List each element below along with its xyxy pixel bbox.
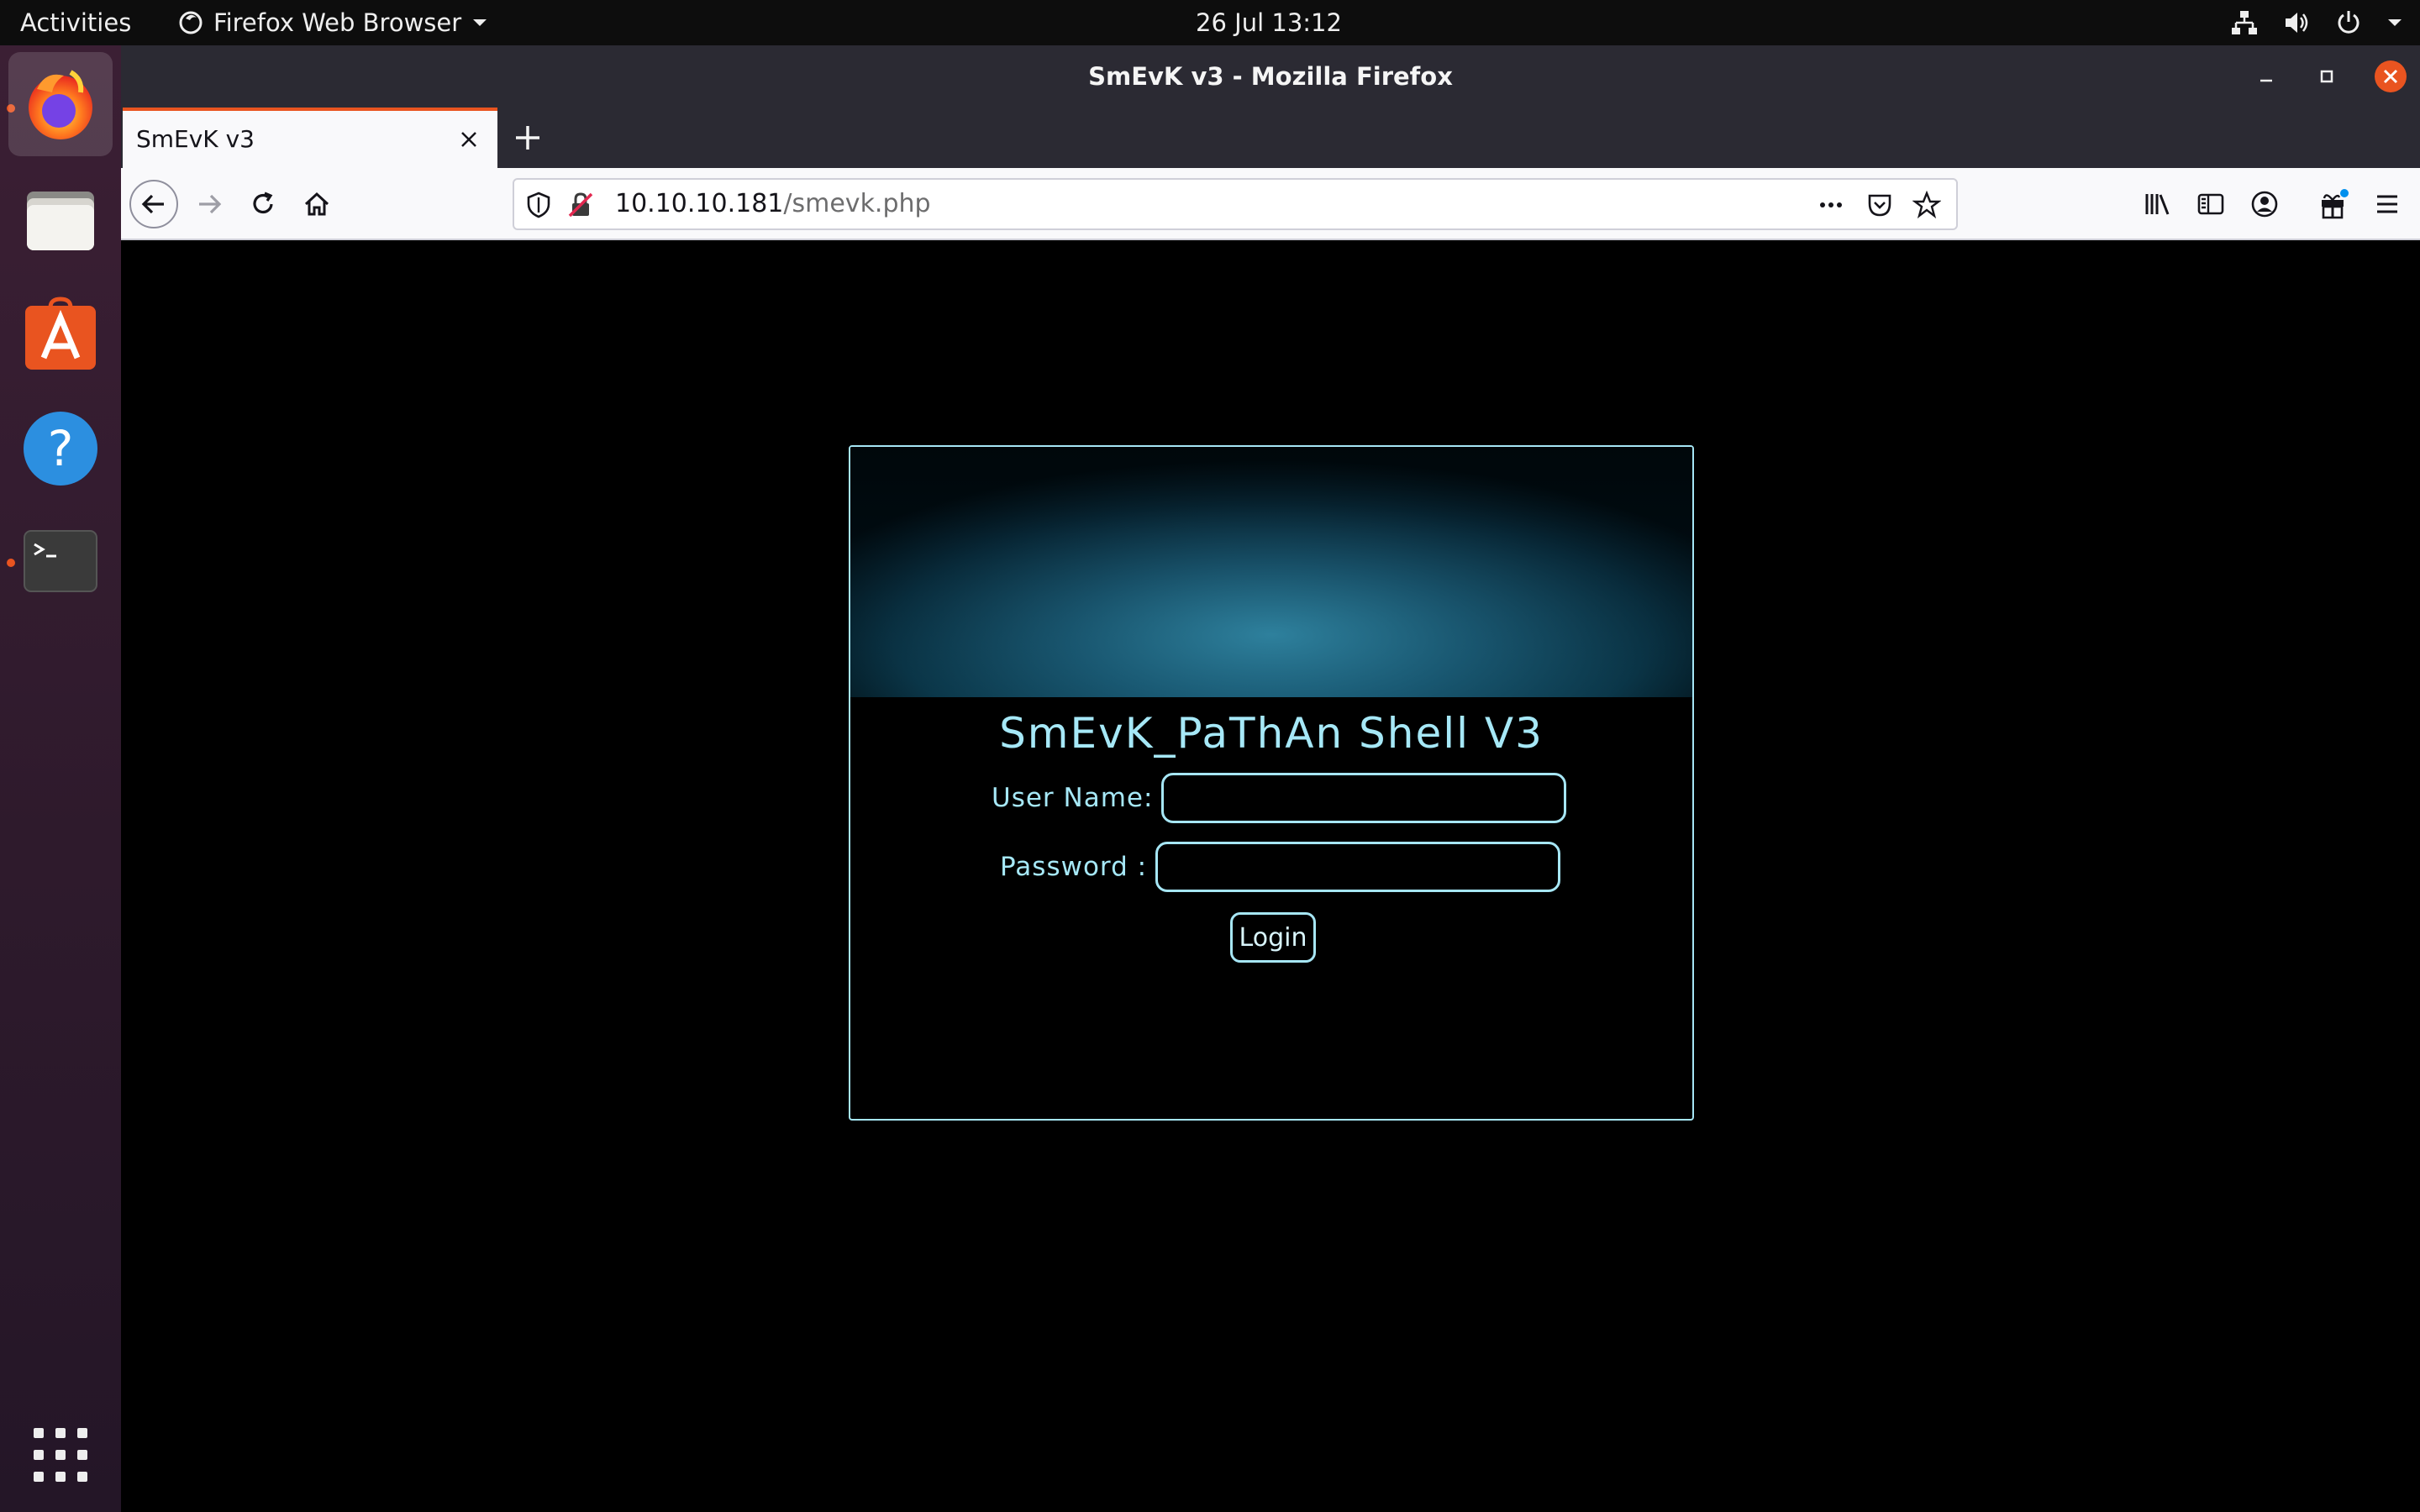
window-controls <box>2252 45 2408 108</box>
sidebar-icon <box>2197 193 2224 215</box>
home-icon <box>304 192 329 216</box>
pocket-icon[interactable] <box>1865 191 1894 219</box>
url-host: 10.10.10.181 <box>615 189 784 218</box>
sidebar-button[interactable] <box>2186 180 2235 228</box>
show-applications-icon <box>34 1428 87 1482</box>
app-menu-label: Firefox Web Browser <box>213 8 462 37</box>
gnome-top-bar: Activities Firefox Web Browser 26 Jul 13… <box>0 0 2420 45</box>
files-icon <box>27 192 94 250</box>
dock-help[interactable]: ? <box>8 396 113 501</box>
firefox-icon <box>29 70 92 139</box>
whats-new-button[interactable] <box>2309 180 2358 228</box>
firefox-small-icon <box>179 11 203 34</box>
tracking-protection-shield-icon[interactable] <box>524 191 553 219</box>
reload-icon <box>253 192 273 214</box>
account-button[interactable] <box>2240 180 2289 228</box>
bookmark-star-icon[interactable] <box>1912 191 1941 219</box>
page-actions-icon[interactable] <box>1817 191 1845 219</box>
insecure-lock-icon[interactable] <box>566 191 595 219</box>
account-icon <box>2251 191 2278 218</box>
new-tab-icon[interactable] <box>509 119 546 156</box>
system-tray[interactable] <box>2230 0 2403 45</box>
svg-text:?: ? <box>48 420 74 477</box>
login-button[interactable]: Login <box>1230 912 1316 963</box>
power-icon[interactable] <box>2334 8 2363 37</box>
network-icon[interactable] <box>2230 8 2259 37</box>
ubuntu-dock: ? <box>0 45 121 1512</box>
tab-strip: SmEvK v3 <box>121 108 2420 168</box>
password-label: Password : <box>1000 852 1148 882</box>
arrow-left-icon <box>141 194 164 214</box>
tab-smevk[interactable]: SmEvK v3 <box>123 108 497 168</box>
login-panel: SmEvK_PaThAn Shell V3 User Name: Passwor… <box>849 445 1694 1121</box>
dock-software[interactable] <box>8 282 113 386</box>
close-tab-icon[interactable] <box>455 126 482 153</box>
app-menu[interactable]: Firefox Web Browser <box>178 0 488 45</box>
window-titlebar[interactable]: SmEvK v3 - Mozilla Firefox <box>121 45 2420 108</box>
app-menu-button[interactable] <box>2363 180 2412 228</box>
tab-title: SmEvK v3 <box>136 125 255 153</box>
minimize-icon[interactable] <box>2252 62 2281 91</box>
gift-icon <box>2322 189 2349 219</box>
banner-image <box>850 447 1692 697</box>
clock[interactable]: 26 Jul 13:12 <box>1143 0 1395 45</box>
close-window-icon[interactable] <box>2373 59 2408 94</box>
username-input[interactable] <box>1161 773 1567 823</box>
show-applications-button[interactable] <box>30 1425 91 1489</box>
activities-button[interactable]: Activities <box>20 0 131 45</box>
username-label: User Name: <box>992 783 1154 813</box>
back-button[interactable] <box>129 180 178 228</box>
firefox-window: SmEvK v3 - Mozilla Firefox SmEvK v3 10.1… <box>121 45 2420 1512</box>
library-button[interactable] <box>2133 180 2181 228</box>
url-path: /smevk.php <box>783 189 931 218</box>
url-bar[interactable]: 10.10.10.181/smevk.php <box>513 178 1958 230</box>
navigation-toolbar: 10.10.10.181/smevk.php <box>121 168 2420 240</box>
library-icon <box>2145 194 2170 215</box>
software-center-icon <box>25 297 96 370</box>
volume-icon[interactable] <box>2282 8 2311 37</box>
window-title: SmEvK v3 - Mozilla Firefox <box>1088 62 1453 91</box>
chevron-down-icon[interactable] <box>2386 17 2403 29</box>
dock-firefox[interactable] <box>8 52 113 156</box>
reload-button[interactable] <box>239 180 287 228</box>
page-content: SmEvK_PaThAn Shell V3 User Name: Passwor… <box>121 240 2420 1512</box>
username-row: User Name: <box>992 773 1567 823</box>
dock-files[interactable] <box>8 168 113 272</box>
chevron-down-icon <box>473 19 487 26</box>
home-button[interactable] <box>292 180 341 228</box>
url-text[interactable]: 10.10.10.181/smevk.php <box>615 180 931 228</box>
password-row: Password : <box>1000 842 1561 892</box>
arrow-right-icon <box>199 194 222 214</box>
terminal-icon <box>24 530 97 592</box>
forward-button[interactable] <box>185 180 234 228</box>
help-icon: ? <box>24 412 97 486</box>
hamburger-menu-icon <box>2377 195 2397 213</box>
restore-icon[interactable] <box>2312 62 2341 91</box>
dock-terminal[interactable] <box>8 509 113 613</box>
password-input[interactable] <box>1155 842 1561 892</box>
page-title: SmEvK_PaThAn Shell V3 <box>999 709 1544 758</box>
